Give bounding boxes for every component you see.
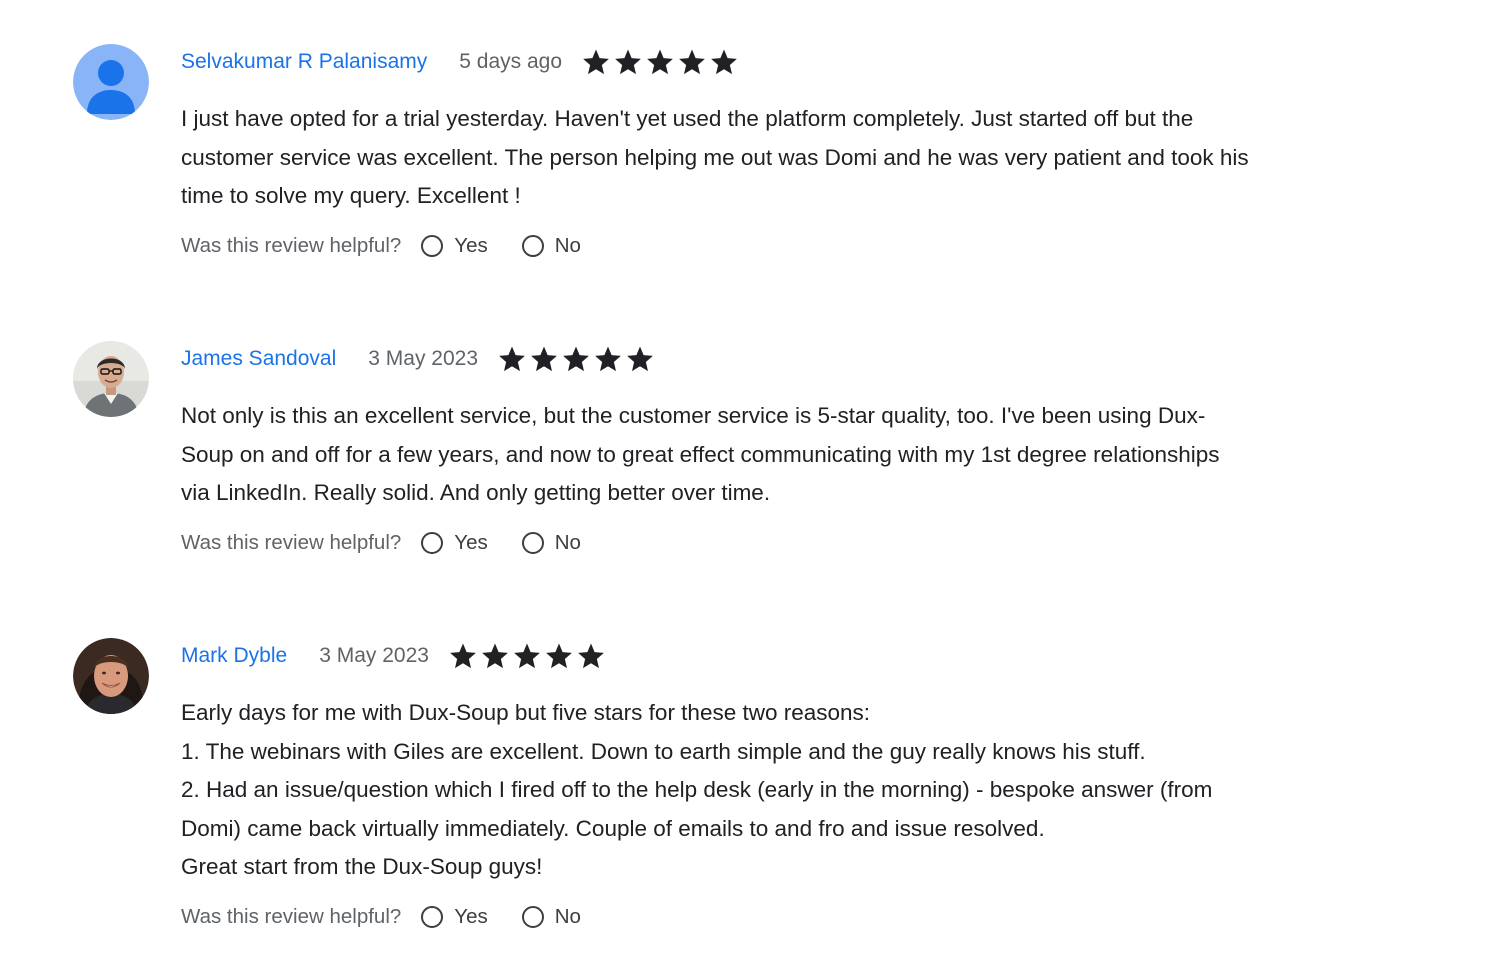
no-radio[interactable]: [521, 234, 544, 257]
star-icon: [615, 49, 641, 75]
star-icon: [711, 49, 737, 75]
review-date: 5 days ago: [459, 50, 563, 73]
review-text: I just have opted for a trial yesterday.…: [181, 100, 1421, 216]
review-content: Mark Dyble 3 May 2023 Early days for me …: [181, 638, 1431, 935]
avatar[interactable]: [73, 638, 149, 714]
star-icon: [595, 346, 621, 372]
review-date: 3 May 2023: [319, 644, 429, 667]
helpful-prompt-row: Was this review helpful? Yes No: [181, 899, 1431, 935]
helpful-question: Was this review helpful?: [181, 233, 402, 257]
avatar[interactable]: [73, 44, 149, 120]
helpful-yes-option[interactable]: Yes: [421, 531, 488, 555]
yes-radio[interactable]: [421, 905, 444, 928]
review-text-line: Not only is this an excellent service, b…: [181, 403, 1206, 428]
no-label[interactable]: No: [555, 531, 581, 555]
star-icon: [514, 643, 540, 669]
helpful-question: Was this review helpful?: [181, 904, 402, 928]
helpful-no-option[interactable]: No: [521, 531, 581, 555]
yes-radio[interactable]: [421, 531, 444, 554]
review-text-line: Domi) came back virtually immediately. C…: [181, 815, 1045, 841]
review-text-line: Soup on and off for a few years, and now…: [181, 441, 1220, 467]
star-icon: [499, 346, 525, 372]
review-text-line: 2. Had an issue/question which I fired o…: [181, 777, 1213, 802]
no-radio[interactable]: [521, 531, 544, 554]
star-icon: [647, 49, 673, 75]
helpful-prompt-row: Was this review helpful? Yes No: [181, 525, 1431, 561]
review-text: Not only is this an excellent service, b…: [181, 397, 1421, 513]
profile-photo: [73, 638, 149, 714]
review-content: Selvakumar R Palanisamy 5 days ago I jus…: [181, 44, 1431, 264]
yes-label[interactable]: Yes: [454, 531, 487, 555]
star-icon: [546, 643, 572, 669]
no-radio[interactable]: [521, 905, 544, 928]
star-icon: [563, 346, 589, 372]
review-text-line: I just have opted for a trial yesterday.…: [181, 106, 1194, 131]
helpful-no-option[interactable]: No: [521, 905, 581, 929]
avatar[interactable]: [73, 341, 149, 417]
star-rating: [496, 344, 656, 374]
review-text-line: Early days for me with Dux-Soup but five…: [181, 700, 871, 725]
yes-label[interactable]: Yes: [454, 905, 487, 929]
star-icon: [583, 49, 609, 75]
profile-photo: [73, 341, 149, 417]
star-icon: [679, 49, 705, 75]
review-text-line: Great start from the Dux-Soup guys!: [181, 854, 543, 879]
star-rating: [447, 641, 607, 671]
default-person-icon: [73, 44, 149, 120]
no-label[interactable]: No: [555, 905, 581, 929]
review-header: James Sandoval 3 May 2023: [181, 341, 1431, 377]
helpful-prompt-row: Was this review helpful? Yes No: [181, 228, 1431, 264]
review-date: 3 May 2023: [368, 347, 479, 370]
helpful-yes-option[interactable]: Yes: [421, 234, 488, 258]
helpful-no-option[interactable]: No: [521, 234, 581, 258]
helpful-yes-option[interactable]: Yes: [421, 905, 488, 929]
author-name[interactable]: Mark Dyble: [181, 644, 287, 668]
author-name[interactable]: James Sandoval: [181, 347, 336, 371]
star-rating: [580, 47, 740, 77]
review-text-line: via LinkedIn. Really solid. And only get…: [181, 480, 771, 505]
review-text-line: 1. The webinars with Giles are excellent…: [181, 738, 1146, 764]
no-label[interactable]: No: [555, 234, 581, 258]
star-icon: [627, 346, 653, 372]
star-icon: [531, 346, 557, 372]
helpful-question: Was this review helpful?: [181, 530, 402, 554]
yes-radio[interactable]: [421, 234, 444, 257]
review-header: Selvakumar R Palanisamy 5 days ago: [181, 44, 1431, 80]
review-header: Mark Dyble 3 May 2023: [181, 638, 1431, 674]
star-icon: [578, 643, 604, 669]
star-icon: [482, 643, 508, 669]
review-text: Early days for me with Dux-Soup but five…: [181, 694, 1421, 887]
review-content: James Sandoval 3 May 2023 Not only is th…: [181, 341, 1431, 561]
star-icon: [450, 643, 476, 669]
review-text-line: time to solve my query. Excellent !: [181, 183, 521, 208]
yes-label[interactable]: Yes: [454, 234, 487, 258]
review-text-line: customer service was excellent. The pers…: [181, 144, 1249, 170]
author-name[interactable]: Selvakumar R Palanisamy: [181, 50, 427, 74]
